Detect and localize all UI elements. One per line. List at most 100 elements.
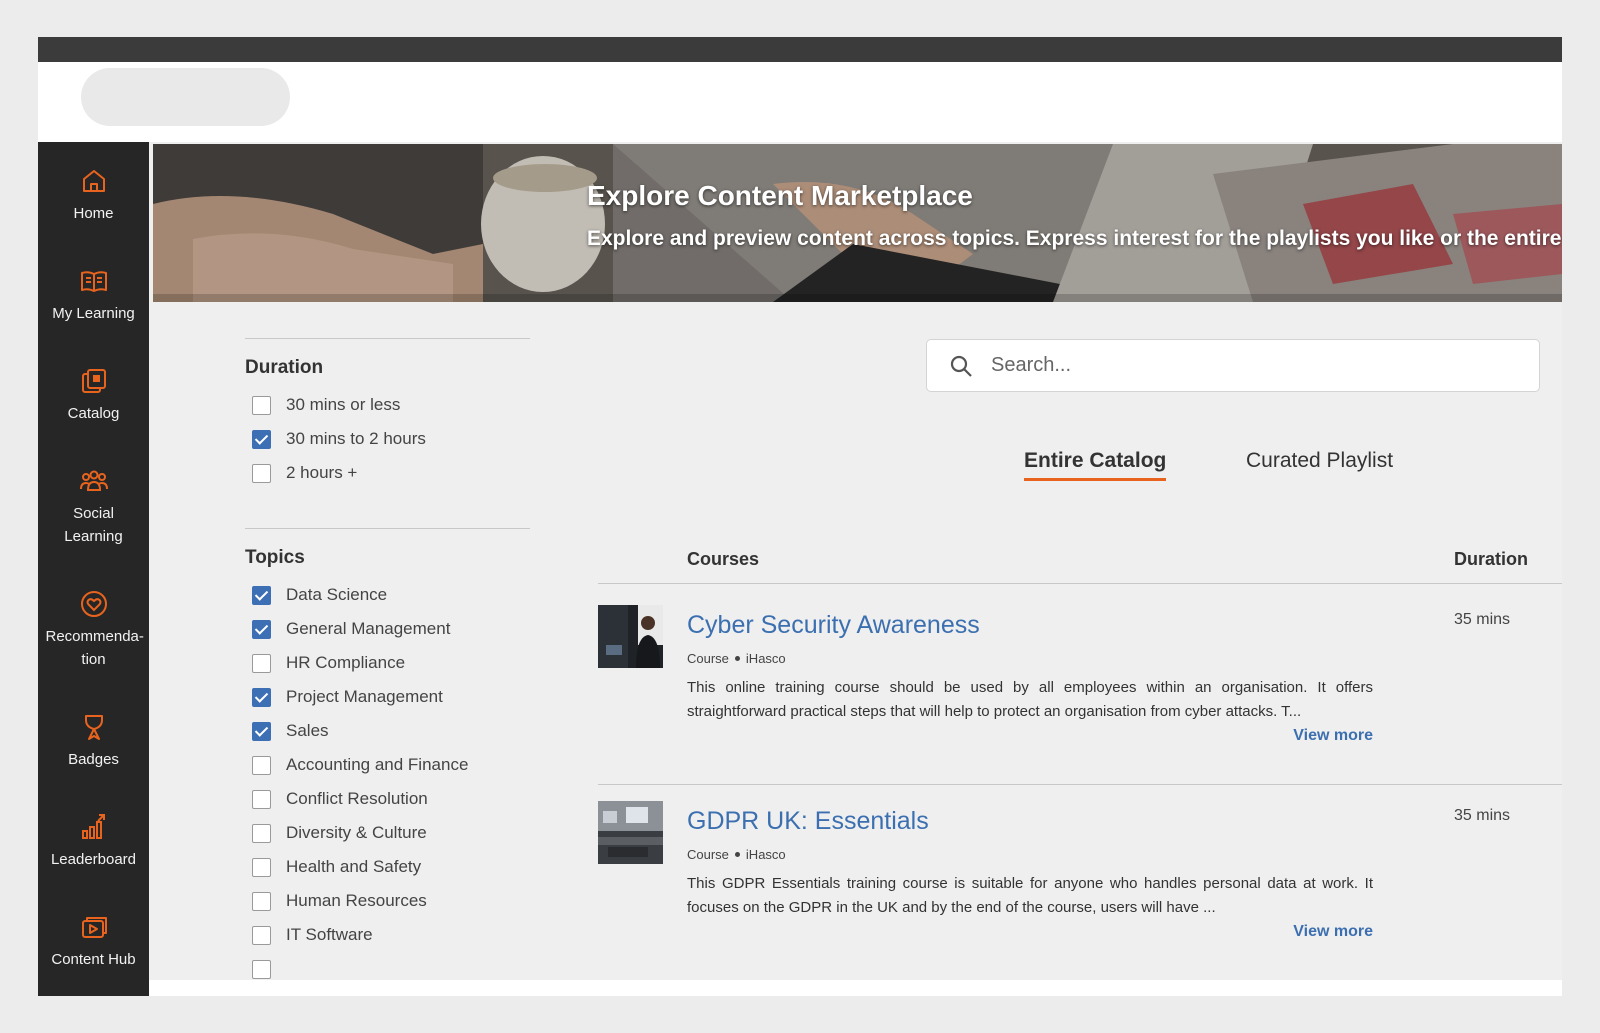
- filter-option[interactable]: HR Compliance: [245, 646, 530, 680]
- home-icon: [82, 170, 105, 192]
- sidebar-item-label: Content Hub: [51, 951, 136, 968]
- checkbox[interactable]: [252, 653, 271, 673]
- sidebar-item-my-learning[interactable]: My Learning: [38, 266, 149, 325]
- filter-option[interactable]: Diversity & Culture: [245, 816, 530, 850]
- sidebar-item-leaderboard[interactable]: Leaderboard: [38, 812, 149, 871]
- course-type: Course: [687, 847, 729, 862]
- meta-separator: [734, 852, 740, 858]
- filter-option-label: Data Science: [286, 585, 388, 604]
- filter-option[interactable]: Data Science: [245, 578, 530, 612]
- filter-option-label: Accounting and Finance: [286, 755, 469, 774]
- course-duration: 35 mins: [1454, 807, 1511, 824]
- sidebar-item-label: My Learning: [52, 305, 135, 322]
- header: [38, 62, 1562, 142]
- sidebar-item-badges[interactable]: Badges: [38, 712, 149, 771]
- sidebar-item-home[interactable]: Home: [38, 166, 149, 225]
- course-row: Cyber Security Awareness Course iHasco Th…: [598, 585, 1562, 785]
- filter-option[interactable]: Sales: [245, 714, 530, 748]
- checkbox[interactable]: [252, 755, 271, 775]
- sidebar-item-label: Home: [73, 205, 114, 222]
- checkbox[interactable]: [252, 959, 271, 979]
- page-title: Explore Content Marketplace: [587, 180, 973, 211]
- course-title-link[interactable]: Cyber Security Awareness: [687, 611, 980, 640]
- checkbox[interactable]: [252, 395, 271, 415]
- filter-option-label: IT Software: [286, 925, 373, 944]
- search-input[interactable]: [991, 354, 1511, 377]
- page-subtitle: Explore and preview content across topic…: [587, 227, 1562, 250]
- filter-option-label: Project Management: [286, 687, 443, 706]
- bar-chart-icon: [81, 814, 105, 839]
- filter-option[interactable]: Accounting and Finance: [245, 748, 530, 782]
- filter-option-label: Diversity & Culture: [286, 823, 427, 842]
- course-thumbnail[interactable]: [598, 801, 663, 864]
- filter-option[interactable]: Human Resources: [245, 884, 530, 918]
- sidebar-item-recommendation[interactable]: Recommenda-tion: [38, 589, 149, 671]
- course-row: GDPR UK: Essentials Course iHasco This GD…: [598, 781, 1562, 980]
- filter-title: Topics: [245, 547, 305, 568]
- banner-divider: [153, 294, 1562, 302]
- column-header-duration: Duration: [1454, 549, 1528, 569]
- column-header-courses: Courses: [687, 549, 760, 569]
- sidebar-item-label: Social Learning: [64, 505, 123, 545]
- sidebar-item-catalog[interactable]: Catalog: [38, 366, 149, 425]
- checkbox[interactable]: [252, 857, 271, 877]
- duration-filter: Duration 30 mins or less 30 mins to 2 ho…: [245, 338, 530, 490]
- checkbox[interactable]: [252, 619, 271, 639]
- course-title-link[interactable]: GDPR UK: Essentials: [687, 807, 929, 836]
- topics-filter: Topics Data Science General Management H…: [245, 528, 530, 980]
- view-more-link[interactable]: View more: [1282, 727, 1373, 745]
- sidebar-nav: Home My Learning Catalog Social Learning…: [38, 142, 149, 996]
- checkbox[interactable]: [252, 925, 271, 945]
- filter-option[interactable]: 2 hours +: [245, 456, 530, 490]
- filter-option[interactable]: 30 mins to 2 hours: [245, 422, 530, 456]
- sidebar-item-social-learning[interactable]: Social Learning: [38, 466, 149, 548]
- filter-option[interactable]: Health and Safety: [245, 850, 530, 884]
- course-description: This GDPR Essentials training course is …: [687, 875, 1373, 916]
- checkbox[interactable]: [252, 823, 271, 843]
- filter-option-label: 2 hours +: [286, 463, 358, 482]
- filter-option[interactable]: 30 mins or less: [245, 388, 530, 422]
- meta-separator: [734, 656, 740, 662]
- checkbox[interactable]: [252, 585, 271, 605]
- sidebar-item-label: Leaderboard: [50, 851, 137, 868]
- sidebar-item-content-hub[interactable]: Content Hub: [38, 912, 149, 971]
- view-more-link[interactable]: View more: [1282, 923, 1373, 941]
- course-thumbnail[interactable]: [598, 605, 663, 668]
- heart-badge-icon: [80, 591, 107, 617]
- checkbox[interactable]: [252, 721, 271, 741]
- filter-option[interactable]: General Management: [245, 612, 530, 646]
- filter-option[interactable]: IT Software: [245, 918, 530, 952]
- open-book-icon: [80, 271, 107, 292]
- checkbox[interactable]: [252, 789, 271, 809]
- course-meta: Course iHasco: [687, 847, 786, 862]
- search-icon: [950, 355, 972, 377]
- course-description: This online training course should be us…: [687, 679, 1373, 720]
- filter-option-label: Conflict Resolution: [286, 789, 428, 808]
- search-box[interactable]: [926, 339, 1540, 392]
- tab-curated-playlist[interactable]: Curated Playlist: [1246, 449, 1393, 478]
- filter-option-label: HR Compliance: [286, 653, 406, 672]
- filter-option-label: Sales: [286, 721, 329, 740]
- trophy-icon: [84, 715, 103, 740]
- filter-panel: Duration 30 mins or less 30 mins to 2 ho…: [245, 338, 530, 980]
- filter-option[interactable]: Project Management: [245, 680, 530, 714]
- filter-option-partial[interactable]: [245, 952, 530, 980]
- people-group-icon: [79, 470, 108, 491]
- footer-strip: [149, 980, 1562, 996]
- filter-option[interactable]: Conflict Resolution: [245, 782, 530, 816]
- filter-option-label: 30 mins to 2 hours: [286, 429, 426, 448]
- top-bar: [38, 37, 1562, 62]
- list-header: Courses Duration: [598, 540, 1562, 584]
- tab-entire-catalog[interactable]: Entire Catalog: [1024, 449, 1167, 481]
- hero-banner: Explore Content Marketplace Explore and …: [153, 144, 1562, 302]
- checkbox[interactable]: [252, 687, 271, 707]
- checkbox[interactable]: [252, 891, 271, 911]
- logo-placeholder: [81, 68, 290, 126]
- filter-option-label: General Management: [286, 619, 451, 638]
- main-content: Explore Content Marketplace Explore and …: [149, 142, 1562, 980]
- checkbox[interactable]: [252, 463, 271, 483]
- checkbox[interactable]: [252, 429, 271, 449]
- filter-title: Duration: [245, 357, 324, 378]
- course-provider: iHasco: [745, 651, 786, 666]
- course-provider: iHasco: [745, 847, 786, 862]
